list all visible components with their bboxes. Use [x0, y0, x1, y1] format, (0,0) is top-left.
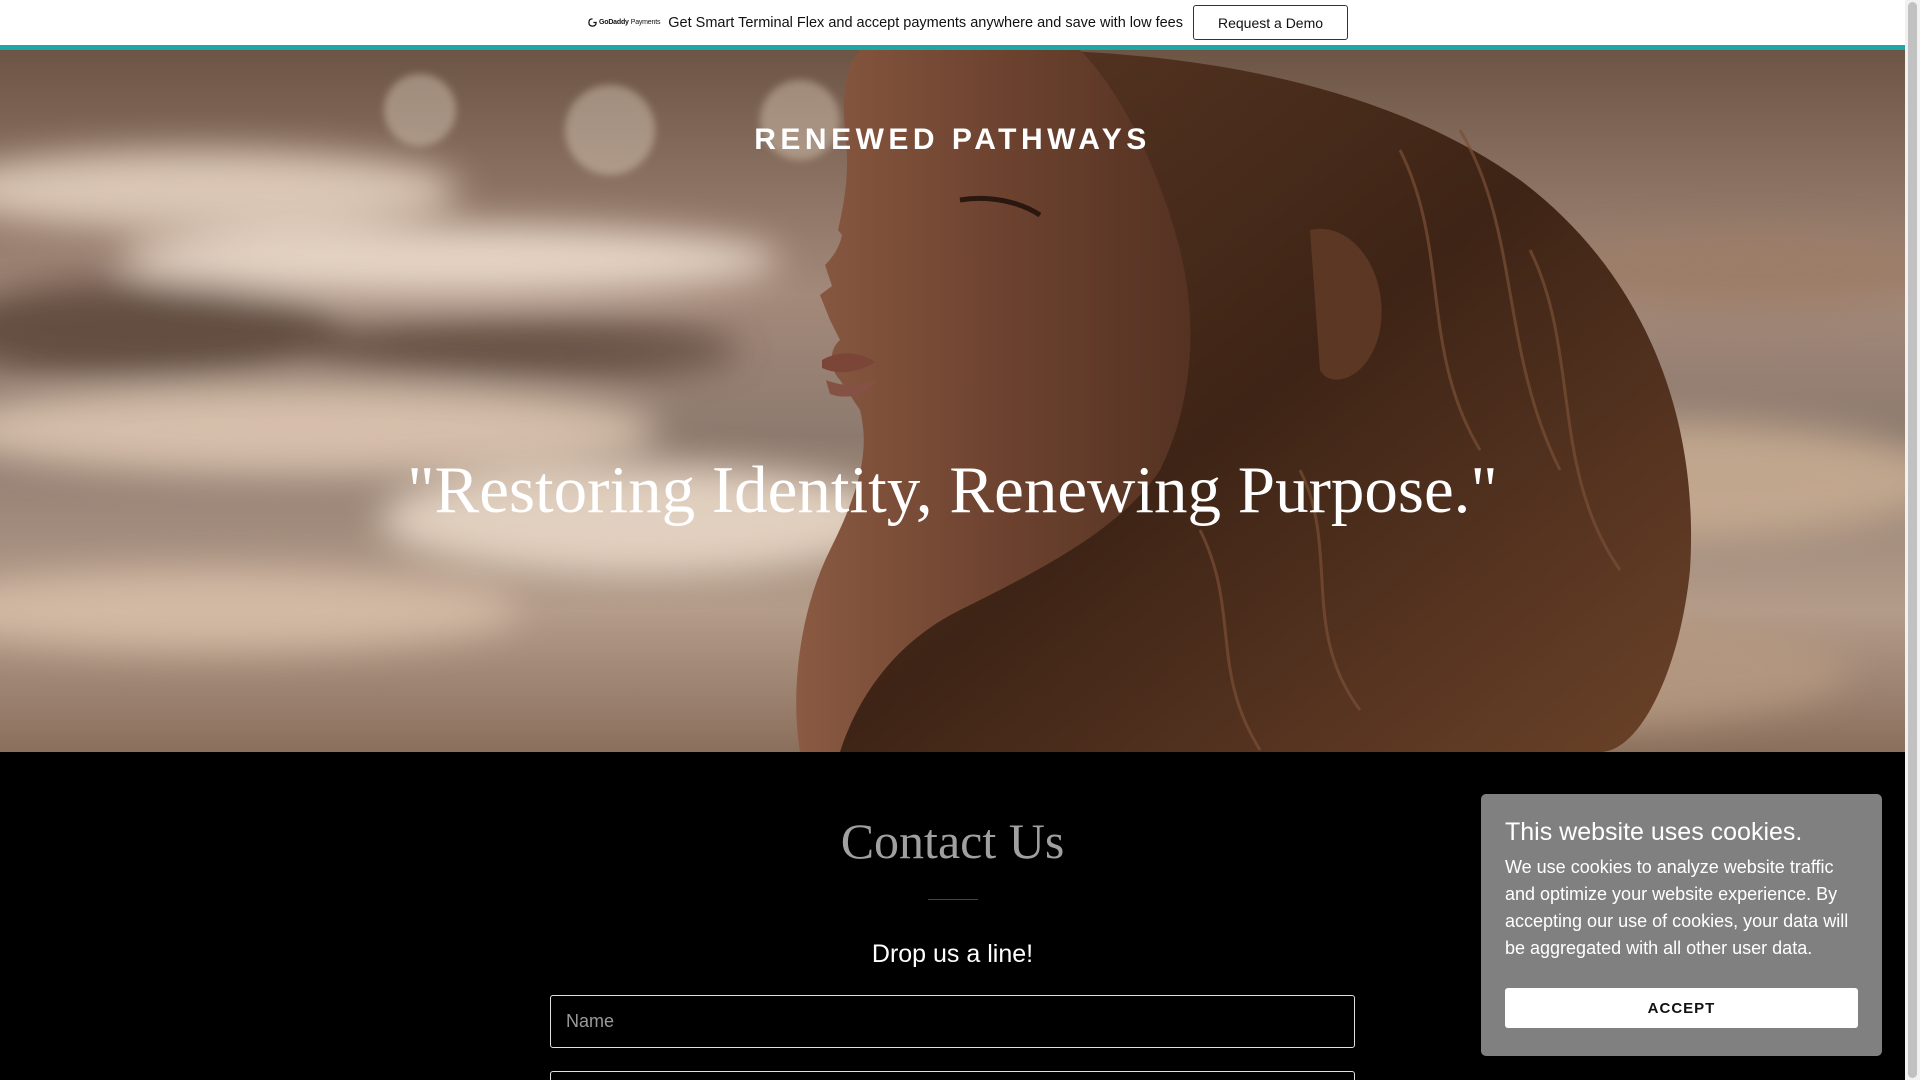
promo-bar: GoDaddy Payments Get Smart Terminal Flex…	[0, 0, 1905, 50]
godaddy-icon	[588, 18, 597, 27]
promo-content: GoDaddy Payments Get Smart Terminal Flex…	[588, 5, 1349, 40]
name-field[interactable]	[550, 995, 1355, 1048]
site-title[interactable]: RENEWED PATHWAYS	[0, 123, 1905, 157]
scrollbar-thumb[interactable]	[1908, 2, 1917, 1078]
logo-sub: Payments	[630, 19, 661, 26]
hero-section: RENEWED PATHWAYS "Restoring Identity, Re…	[0, 50, 1905, 752]
cookie-banner: This website uses cookies. We use cookie…	[1481, 794, 1882, 1056]
accept-cookies-button[interactable]: ACCEPT	[1505, 988, 1858, 1028]
godaddy-payments-logo: GoDaddy Payments	[588, 18, 660, 27]
page-scrollbar[interactable]	[1905, 0, 1920, 1080]
hero-tagline: "Restoring Identity, Renewing Purpose."	[407, 453, 1498, 527]
name-input[interactable]	[551, 996, 1354, 1047]
request-demo-button[interactable]: Request a Demo	[1192, 5, 1349, 40]
promo-message: Get Smart Terminal Flex and accept payme…	[668, 14, 1183, 31]
email-input[interactable]	[551, 1072, 1354, 1080]
cookie-title: This website uses cookies.	[1505, 818, 1803, 846]
section-divider	[928, 899, 978, 900]
cookie-message: We use cookies to analyze website traffi…	[1505, 857, 1849, 958]
logo-brand: GoDaddy	[599, 19, 629, 26]
web-page: GoDaddy Payments Get Smart Terminal Flex…	[0, 0, 1905, 1080]
email-field[interactable]	[550, 1071, 1355, 1080]
